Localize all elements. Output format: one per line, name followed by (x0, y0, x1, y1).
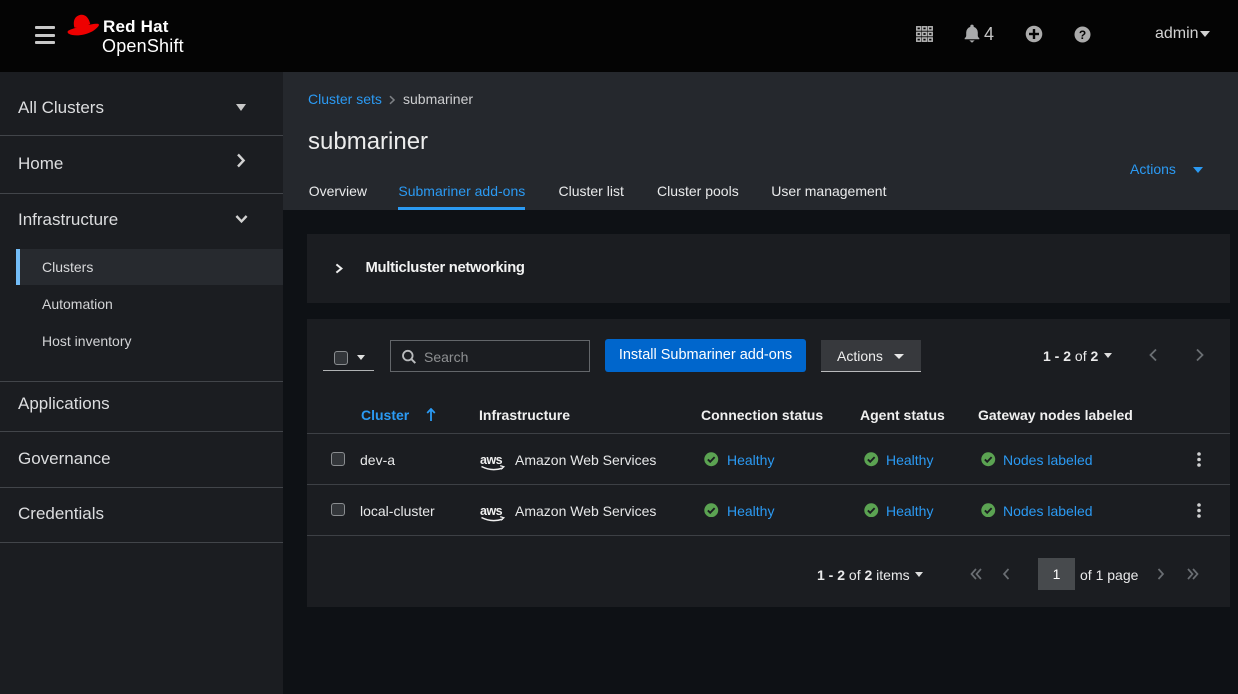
svg-text:aws: aws (480, 453, 503, 467)
svg-text:aws: aws (480, 504, 503, 518)
svg-text:?: ? (1079, 27, 1086, 41)
